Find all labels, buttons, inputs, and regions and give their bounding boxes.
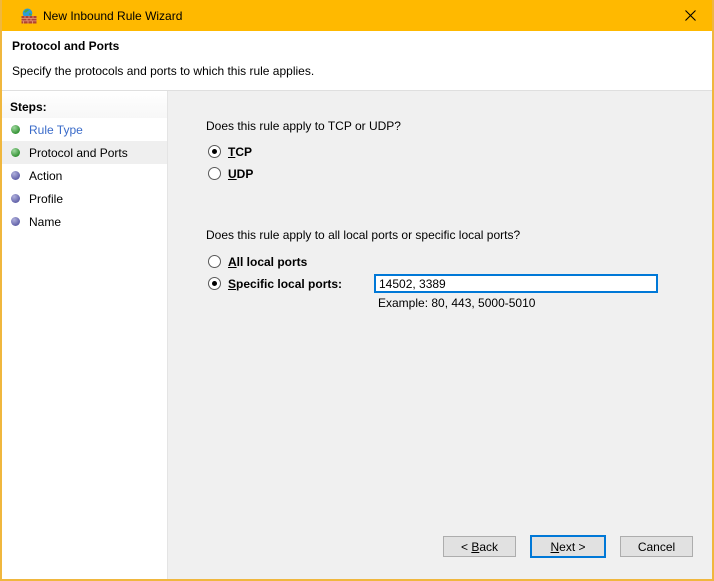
close-button[interactable]: [674, 0, 706, 31]
steps-sidebar: Steps: Rule Type Protocol and Ports Acti…: [2, 91, 168, 579]
close-icon: [684, 9, 697, 22]
sidebar-item-action[interactable]: Action: [2, 164, 167, 187]
wizard-button-row: < Back Next > Cancel: [443, 535, 693, 558]
ports-example-hint: Example: 80, 443, 5000-5010: [378, 296, 535, 310]
back-button[interactable]: < Back: [443, 536, 516, 557]
radio-all-local-ports[interactable]: All local ports: [208, 254, 307, 269]
step-todo-bullet-icon: [11, 194, 20, 203]
page-title: Protocol and Ports: [12, 39, 712, 53]
radio-udp-label: UDP: [228, 167, 253, 181]
sidebar-item-profile[interactable]: Profile: [2, 187, 167, 210]
wizard-header: Protocol and Ports Specify the protocols…: [2, 31, 712, 91]
wizard-content: Does this rule apply to TCP or UDP? TCP …: [168, 91, 712, 579]
step-done-bullet-icon: [11, 125, 20, 134]
step-done-bullet-icon: [11, 148, 20, 157]
firewall-icon: [21, 8, 37, 24]
sidebar-item-protocol-and-ports[interactable]: Protocol and Ports: [2, 141, 167, 164]
page-subtitle: Specify the protocols and ports to which…: [12, 64, 712, 78]
radio-button-icon: [208, 277, 221, 290]
sidebar-item-name[interactable]: Name: [2, 210, 167, 233]
new-inbound-rule-wizard-window: New Inbound Rule Wizard Protocol and Por…: [0, 0, 714, 581]
radio-specific-local-ports[interactable]: Specific local ports:: [208, 276, 342, 291]
specific-ports-input[interactable]: [374, 274, 658, 293]
step-todo-bullet-icon: [11, 217, 20, 226]
radio-all-ports-label: All local ports: [228, 255, 307, 269]
sidebar-item-rule-type[interactable]: Rule Type: [2, 118, 167, 141]
question-ports: Does this rule apply to all local ports …: [206, 228, 520, 242]
step-todo-bullet-icon: [11, 171, 20, 180]
radio-button-icon: [208, 167, 221, 180]
titlebar: New Inbound Rule Wizard: [2, 0, 712, 31]
cancel-button[interactable]: Cancel: [620, 536, 693, 557]
radio-specific-ports-label: Specific local ports:: [228, 277, 342, 291]
radio-tcp-label: TCP: [228, 145, 252, 159]
radio-tcp[interactable]: TCP: [208, 144, 252, 159]
radio-udp[interactable]: UDP: [208, 166, 253, 181]
window-title: New Inbound Rule Wizard: [43, 9, 182, 23]
steps-title: Steps:: [2, 91, 167, 118]
question-protocol: Does this rule apply to TCP or UDP?: [206, 119, 401, 133]
radio-button-icon: [208, 145, 221, 158]
next-button[interactable]: Next >: [530, 535, 606, 558]
radio-button-icon: [208, 255, 221, 268]
